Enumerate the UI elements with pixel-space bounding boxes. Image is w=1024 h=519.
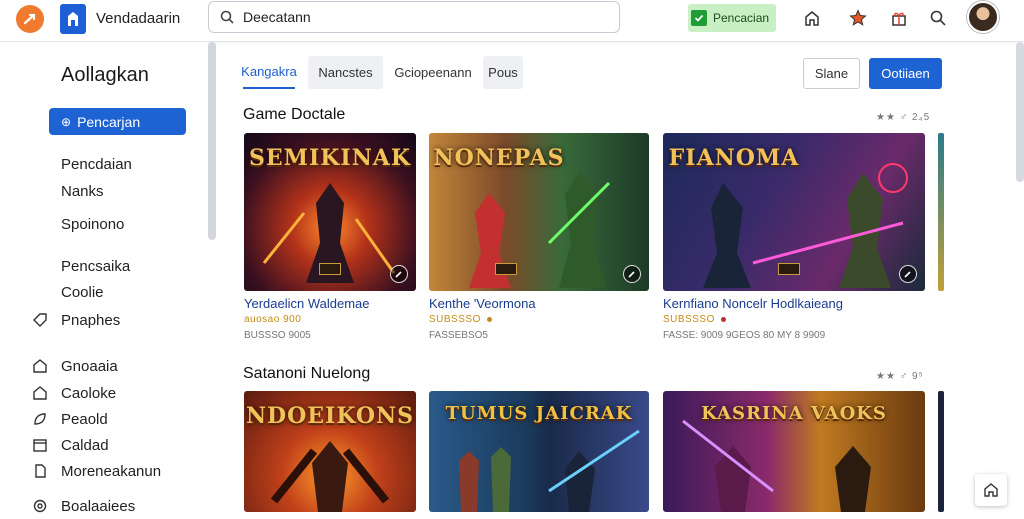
warrior-figure: [682, 419, 871, 512]
game-art[interactable]: NONEPAS: [429, 133, 649, 291]
sidebar-item[interactable]: Gnoaaia: [61, 358, 118, 375]
gift-icon[interactable]: [887, 6, 911, 30]
search-icon: [220, 10, 234, 29]
sidebar-scrollbar[interactable]: [208, 42, 216, 240]
sidebar-item[interactable]: Pnaphes: [61, 312, 120, 329]
primary-button[interactable]: Ootiiaen: [869, 58, 942, 89]
game-art[interactable]: TUMUS JAICRAK: [429, 391, 649, 512]
section-title: Satanoni Nuelong: [243, 365, 371, 382]
top-bar: Vendadaarin Pencacian: [0, 0, 1024, 42]
house-icon: [32, 385, 48, 401]
check-icon: [691, 10, 707, 26]
sidebar-item[interactable]: Nanks: [61, 183, 104, 200]
search-icon: ⊕: [61, 114, 72, 129]
sidebar-item-label: Pencarjan: [77, 113, 141, 130]
game-name[interactable]: Kernfiano Noncelr Hodlkaieang: [663, 296, 843, 311]
game-art[interactable]: KASRINA VAOKS: [663, 391, 925, 512]
game-sub: FASSEBSO5: [429, 330, 488, 341]
sidebar-item[interactable]: Moreneakanun: [61, 463, 161, 480]
search-input[interactable]: [243, 6, 603, 28]
document-icon: [32, 463, 48, 479]
game-art[interactable]: NDOEIKONS: [244, 391, 416, 512]
tab-nancstes[interactable]: Nancstes: [308, 56, 383, 89]
warrior-figure: [270, 441, 390, 512]
page-scrollbar[interactable]: [1016, 42, 1024, 182]
home-icon: [32, 358, 48, 374]
app-logo-icon[interactable]: [16, 5, 44, 33]
game-art-ribbon: [495, 263, 517, 275]
game-art-ribbon: [319, 263, 341, 275]
sidebar-item[interactable]: Spoinono: [61, 216, 124, 233]
search-box[interactable]: [208, 1, 620, 33]
tab-gciopeenann[interactable]: Gciopeenann: [393, 56, 473, 89]
sidebar-item[interactable]: Coolie: [61, 284, 104, 301]
edit-icon[interactable]: [390, 265, 408, 283]
sidebar-item[interactable]: Boalaaiees: [61, 498, 135, 515]
section-rating: ★★ ♂ 2₄5: [876, 112, 931, 123]
promo-label: Pencacian: [713, 11, 770, 25]
tab-pous[interactable]: Pous: [483, 56, 523, 89]
game-art[interactable]: FIANOMA: [663, 133, 925, 291]
home-icon[interactable]: [800, 6, 824, 30]
game-sub: BUSSSO 9005: [244, 330, 311, 341]
home-icon[interactable]: [975, 474, 1007, 506]
section-title: Game Doctale: [243, 106, 346, 123]
edit-icon[interactable]: [899, 265, 917, 283]
sidebar-item[interactable]: Caldad: [61, 437, 109, 454]
star-icon[interactable]: [846, 6, 870, 30]
promo-button[interactable]: Pencacian: [688, 4, 776, 32]
sidebar-item[interactable]: Pencsaika: [61, 258, 130, 275]
game-art-ribbon: [777, 263, 800, 275]
edit-icon[interactable]: [623, 265, 641, 283]
sidebar-item[interactable]: Caoloke: [61, 385, 116, 402]
section-rating: ★★ ♂ 9⁵: [876, 371, 924, 382]
warrior-figure: [459, 429, 640, 512]
status-dot: [486, 316, 492, 322]
secondary-button[interactable]: Slane: [803, 58, 860, 89]
sidebar-title: Aollagkan: [61, 64, 149, 86]
game-art[interactable]: SEMIKINAK: [244, 133, 416, 291]
game-meta: SUBSSSO: [429, 314, 492, 325]
sidebar-item[interactable]: Peaold: [61, 411, 108, 428]
warrior-figure: [469, 173, 611, 288]
leaf-icon: [32, 411, 48, 427]
tab-kangakra[interactable]: Kangakra: [241, 56, 297, 89]
search-icon-secondary[interactable]: [926, 6, 950, 30]
sidebar-item[interactable]: Pencdaian: [61, 156, 132, 173]
sidebar-item-primary[interactable]: ⊕ Pencarjan: [49, 108, 186, 135]
carousel-next-peek[interactable]: [938, 133, 944, 291]
tag-icon: [32, 312, 48, 328]
calendar-icon: [32, 437, 48, 453]
site-name: Vendadaarin: [96, 10, 181, 27]
game-sub: FASSE: 9009 9GEOS 80 MY 8 9909: [663, 330, 826, 341]
game-meta: auosao 900: [244, 314, 302, 325]
game-name[interactable]: Kenthe 'Veormona: [429, 296, 536, 311]
game-name[interactable]: Yerdaelicn Waldemae: [244, 296, 370, 311]
status-dot: [720, 316, 726, 322]
game-meta: SUBSSSO: [663, 314, 726, 325]
carousel-next-peek[interactable]: [938, 391, 944, 512]
site-logo-icon[interactable]: [60, 4, 86, 34]
avatar[interactable]: [967, 1, 999, 33]
